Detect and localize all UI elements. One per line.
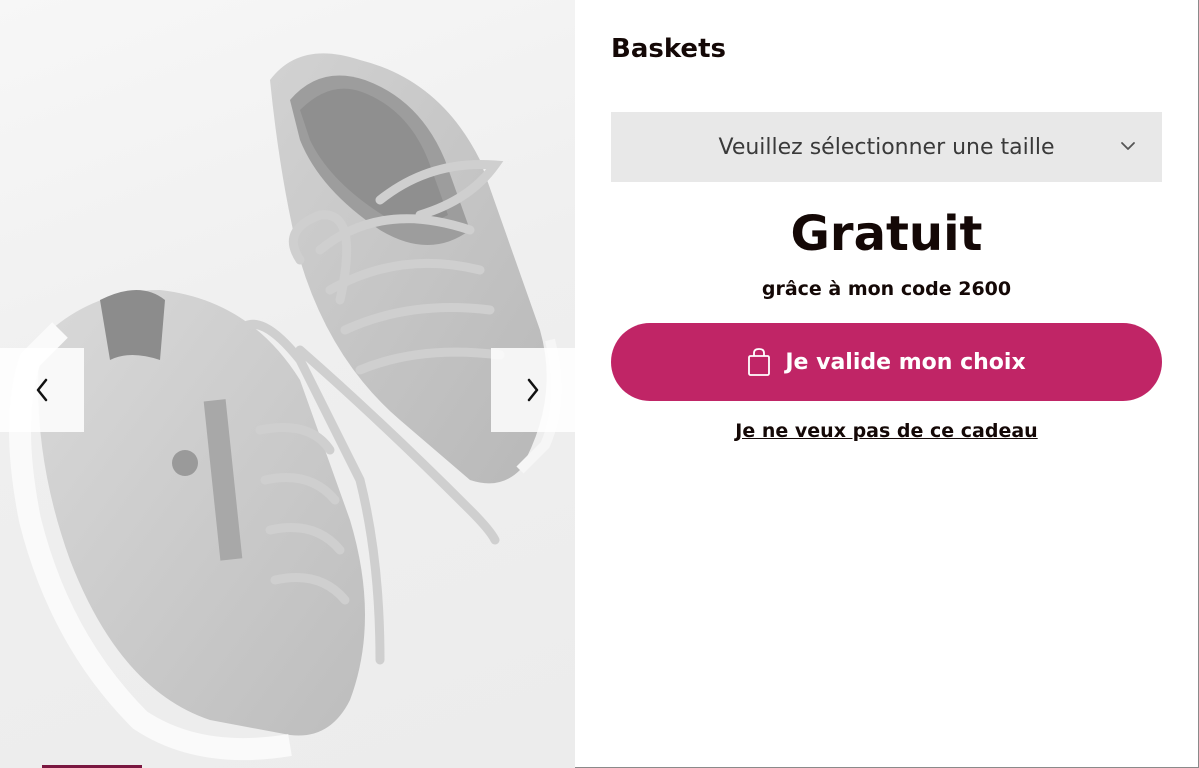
confirm-choice-label: Je valide mon choix	[785, 349, 1026, 375]
price-label: Gratuit	[790, 206, 983, 262]
gift-selection-modal: Baskets Veuillez sélectionner une taille…	[0, 0, 1199, 768]
product-photo	[9, 53, 562, 761]
product-details-panel: Baskets Veuillez sélectionner une taille…	[575, 0, 1199, 768]
decline-gift-link[interactable]: Je ne veux pas de ce cadeau	[611, 420, 1162, 442]
size-select-placeholder: Veuillez sélectionner une taille	[718, 134, 1055, 160]
gallery-next-button[interactable]	[491, 348, 575, 432]
gallery-prev-button[interactable]	[0, 348, 84, 432]
price-subtitle: grâce à mon code 2600	[761, 278, 1012, 300]
chevron-left-icon	[36, 378, 48, 402]
shopping-bag-icon	[748, 348, 771, 376]
product-image-gallery	[0, 0, 575, 768]
size-select[interactable]: Veuillez sélectionner une taille	[611, 112, 1162, 182]
confirm-choice-button[interactable]: Je valide mon choix	[611, 323, 1162, 401]
product-title: Baskets	[611, 34, 726, 64]
chevron-right-icon	[527, 378, 539, 402]
chevron-down-icon	[1121, 142, 1135, 150]
